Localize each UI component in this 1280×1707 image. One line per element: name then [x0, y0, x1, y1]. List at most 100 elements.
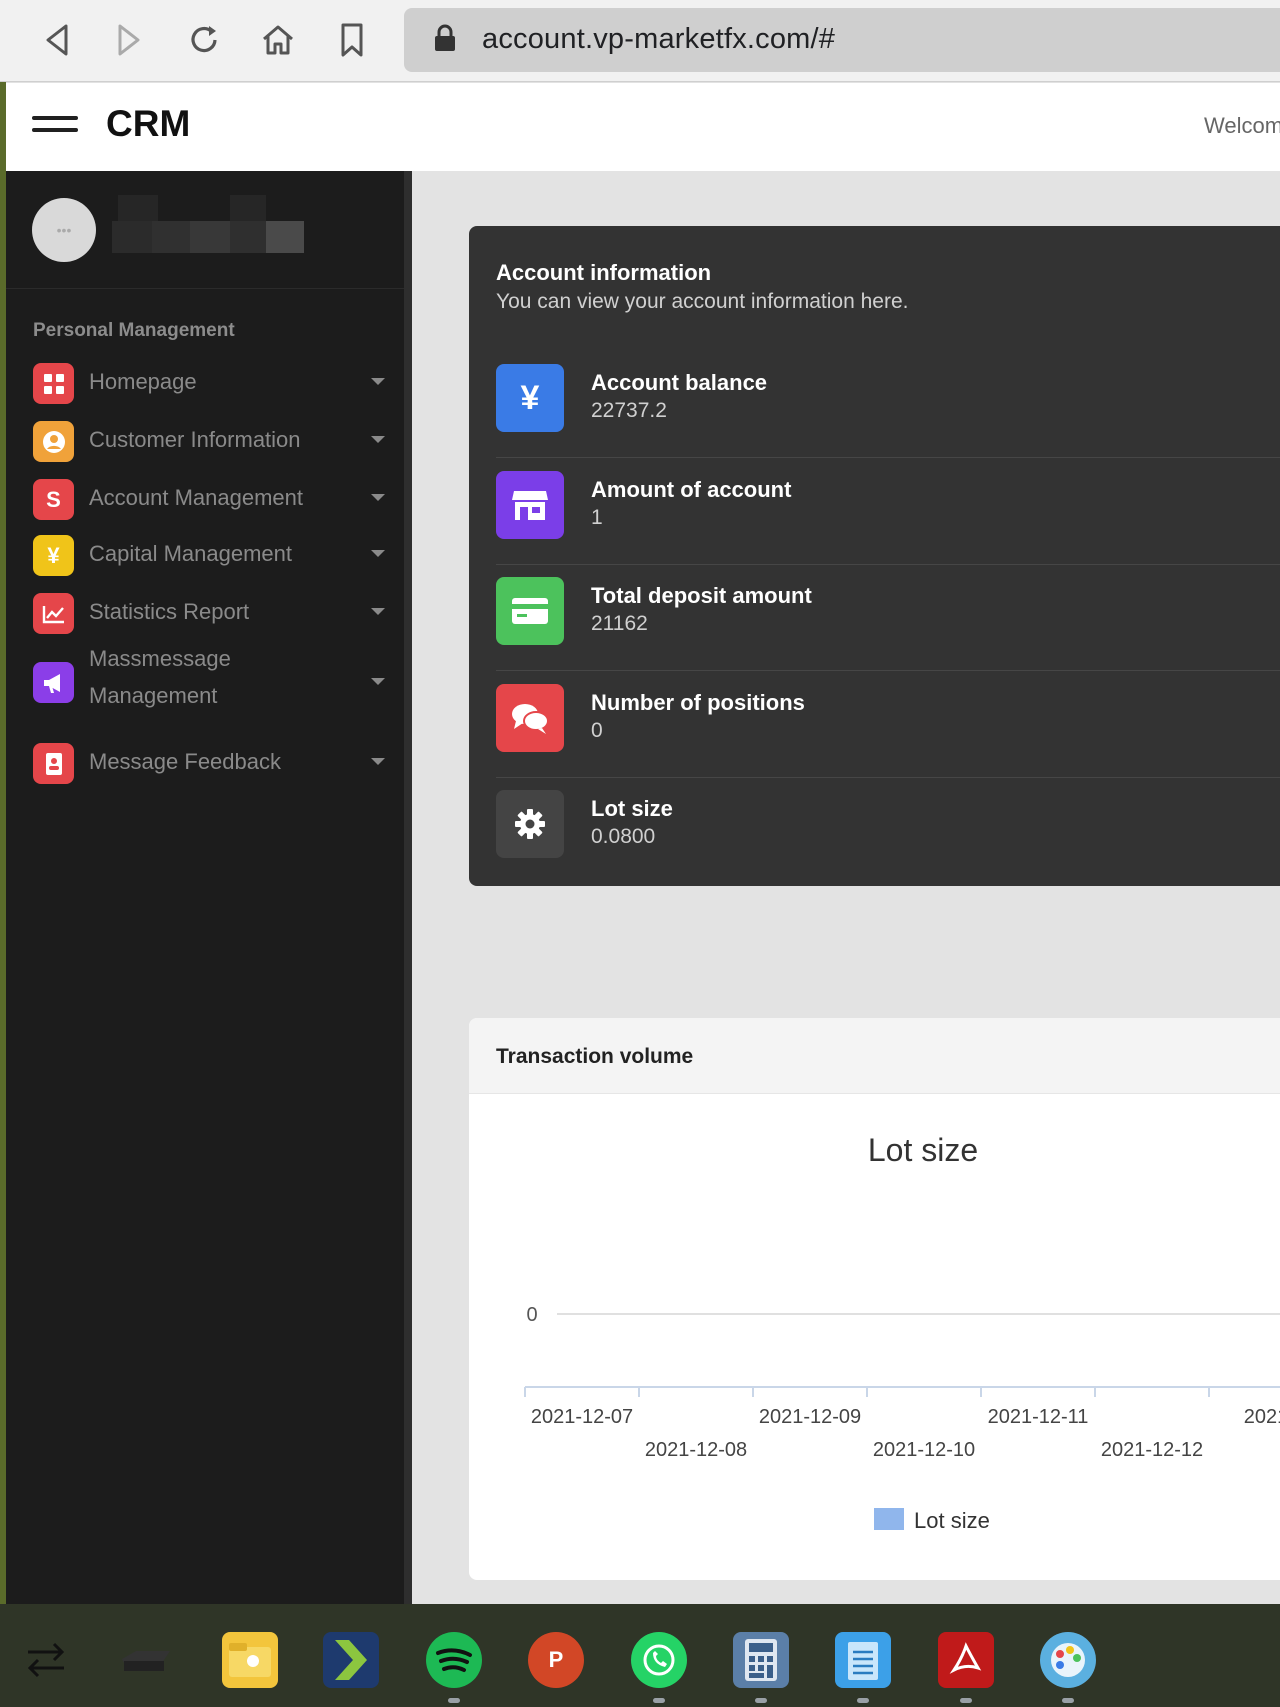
card-title: Transaction volume — [496, 1045, 694, 1068]
switch-icon[interactable] — [18, 1632, 74, 1688]
section-title: Personal Management — [33, 320, 235, 341]
running-indicator — [960, 1698, 972, 1703]
sidebar-item-statistics-report[interactable]: Statistics Report — [6, 586, 404, 638]
gear-icon — [496, 790, 564, 858]
address-bar[interactable]: account.vp-marketfx.com/# — [404, 8, 1280, 72]
sidebar-item-label: Customer Information — [89, 427, 301, 452]
paint-icon[interactable] — [1040, 1632, 1096, 1688]
x-tick-label: 2021-12-11 — [988, 1406, 1089, 1428]
url-text: account.vp-marketfx.com/# — [482, 23, 836, 55]
card-icon — [496, 577, 564, 645]
x-axis: 2021-12-07 2021-12-08 2021-12-09 2021-12-10… — [524, 1386, 1280, 1461]
spotify-icon[interactable] — [426, 1632, 482, 1688]
browser-toolbar: account.vp-marketfx.com/# — [0, 0, 1280, 82]
transaction-volume-card: Transaction volume Lot size 0 2021-12-07… — [469, 1018, 1280, 1580]
grid-icon — [33, 363, 74, 404]
y-axis: 0 — [526, 1304, 1280, 1326]
taskbar: P — [0, 1604, 1280, 1707]
chart-icon — [33, 593, 74, 634]
stat-amount-of-account: Amount of account 1 — [496, 459, 1280, 565]
app-arrow-icon[interactable] — [323, 1632, 379, 1688]
stat-account-balance: ¥ Account balance 22737.2 — [496, 352, 1280, 458]
main-content: Account information You can view your ac… — [412, 171, 1280, 1604]
stat-label: Lot size — [591, 796, 673, 821]
powerpoint-icon[interactable]: P — [528, 1632, 584, 1688]
sidebar-item-customer-information[interactable]: Customer Information — [6, 414, 404, 466]
store-icon — [496, 471, 564, 539]
account-information-card: Account information You can view your ac… — [469, 226, 1280, 886]
sidebar-item-label: Homepage — [89, 369, 197, 394]
x-tick-label: 2021-12-10 — [873, 1439, 975, 1461]
sidebar-item-homepage[interactable]: Homepage — [6, 356, 404, 408]
sidebar-item-label: Account Management — [89, 485, 304, 510]
forward-icon[interactable] — [108, 18, 150, 62]
running-indicator — [755, 1698, 767, 1703]
card-subtitle: You can view your account information he… — [496, 290, 909, 313]
stat-lot-size: Lot size 0.0800 — [496, 778, 1280, 884]
user-icon — [33, 421, 74, 462]
contact-icon — [33, 743, 74, 784]
stat-label: Amount of account — [591, 477, 792, 502]
stat-total-deposit-amount: Total deposit amount 21162 — [496, 565, 1280, 671]
welcome-text: Welcome — [1204, 113, 1280, 138]
stat-value: 0 — [591, 719, 603, 742]
x-tick-label: 2021-12-08 — [645, 1439, 747, 1461]
stat-label: Account balance — [591, 370, 768, 395]
bookmark-icon[interactable] — [331, 18, 373, 62]
x-tick-label: 2021-12-12 — [1101, 1439, 1203, 1461]
menu-toggle-icon[interactable] — [32, 116, 78, 138]
yen-icon: ¥ — [496, 364, 564, 432]
sidebar-item-label: Capital Management — [89, 541, 293, 566]
lot-size-chart: Lot size 0 2021-12-072021-12-082021-12-0… — [524, 1132, 1280, 1533]
sidebar-item-label: Message Feedback — [89, 749, 281, 774]
chevron-down-icon — [371, 494, 385, 501]
running-indicator — [1062, 1698, 1074, 1703]
chart-legend[interactable]: Lot size — [874, 1508, 990, 1533]
calculator-icon[interactable] — [733, 1632, 789, 1688]
chevron-down-icon — [371, 436, 385, 443]
back-icon[interactable] — [36, 18, 78, 62]
stat-label: Number of positions — [591, 690, 805, 715]
x-tick-label: 2021-12-07 — [531, 1406, 633, 1428]
drive-icon[interactable] — [118, 1632, 174, 1688]
legend-label: Lot size — [914, 1508, 990, 1533]
stat-value: 21162 — [591, 612, 648, 635]
chevron-down-icon — [371, 608, 385, 615]
user-profile: ••• — [6, 171, 404, 289]
stat-value: 1 — [591, 506, 603, 529]
sidebar-item-label: Massmessage Management — [89, 646, 231, 708]
reload-icon[interactable] — [183, 18, 225, 62]
avatar[interactable]: ••• — [32, 198, 96, 262]
sidebar-item-massmessage-management[interactable]: Massmessage Management — [6, 642, 404, 724]
sidebar-item-message-feedback[interactable]: Message Feedback — [6, 736, 404, 788]
sidebar-item-label: Statistics Report — [89, 599, 250, 624]
sidebar-item-capital-management[interactable]: ¥ Capital Management — [6, 528, 404, 580]
dollar-icon: S — [33, 479, 74, 520]
chat-icon — [496, 684, 564, 752]
x-tick-label: 2021 — [1244, 1406, 1280, 1428]
legend-swatch — [874, 1508, 904, 1530]
lock-icon — [434, 24, 456, 57]
y-tick-label: 0 — [526, 1304, 537, 1326]
pdf-reader-icon[interactable] — [938, 1632, 994, 1688]
x-tick-label: 2021-12-09 — [759, 1406, 861, 1428]
file-explorer-icon[interactable] — [222, 1632, 278, 1688]
stat-value: 0.0800 — [591, 825, 656, 848]
app-header: CRM Welcome — [0, 83, 1280, 171]
chart-title: Lot size — [868, 1132, 978, 1168]
chevron-down-icon — [371, 678, 385, 685]
home-icon[interactable] — [257, 18, 299, 62]
chevron-down-icon — [371, 378, 385, 385]
megaphone-icon — [33, 662, 74, 703]
chevron-down-icon — [371, 758, 385, 765]
chevron-down-icon — [371, 550, 385, 557]
sidebar: ••• Personal Management Homepage Custome… — [6, 171, 412, 1604]
yen-icon: ¥ — [33, 535, 74, 576]
sidebar-item-account-management[interactable]: S Account Management — [6, 472, 404, 524]
stat-number-of-positions: Number of positions 0 — [496, 672, 1280, 778]
running-indicator — [653, 1698, 665, 1703]
brand-title: CRM — [106, 103, 191, 144]
notepad-icon[interactable] — [835, 1632, 891, 1688]
card-title: Account information — [496, 260, 712, 285]
whatsapp-icon[interactable] — [631, 1632, 687, 1688]
